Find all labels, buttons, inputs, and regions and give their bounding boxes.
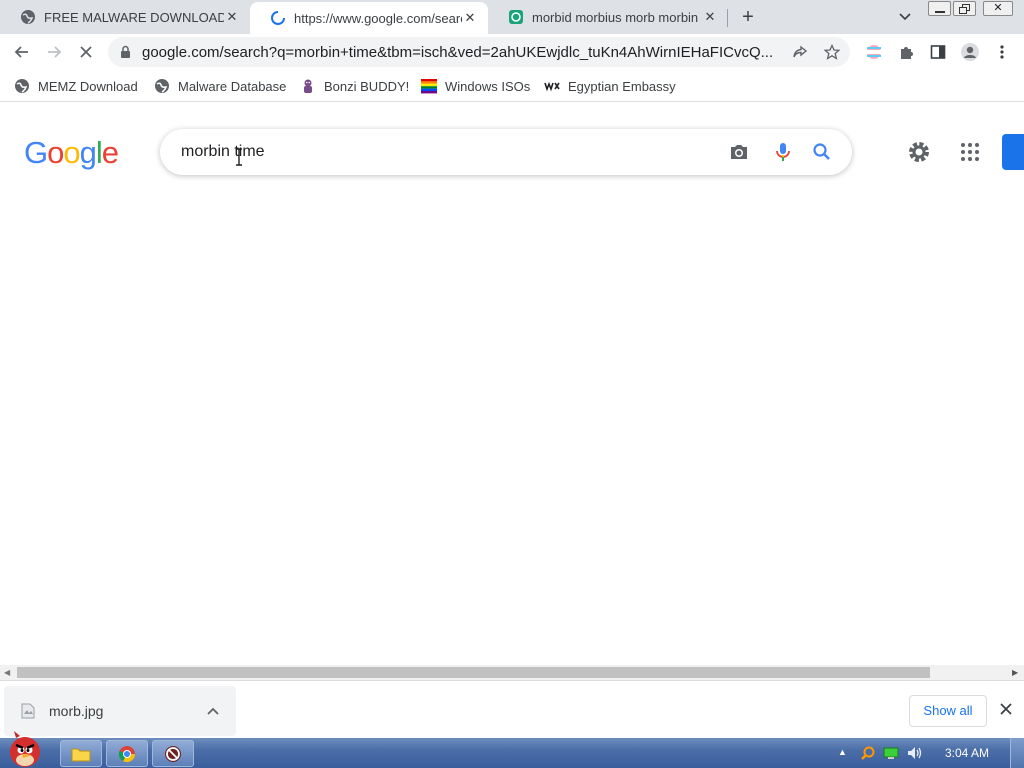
scroll-left-icon[interactable]: ◀ <box>4 668 10 677</box>
download-filename: morb.jpg <box>49 703 104 719</box>
show-all-button[interactable]: Show all <box>909 695 987 727</box>
arrow-right-icon <box>48 46 62 58</box>
tab-title: morbid morbius morb morbin <box>532 9 699 25</box>
page-content: Google morbin time <box>0 103 1024 665</box>
download-item[interactable]: morb.jpg <box>4 686 236 736</box>
angry-bird-icon <box>10 731 40 767</box>
file-icon <box>21 703 35 719</box>
bookmark-egyptian-embassy[interactable]: Egyptian Embassy <box>544 76 676 96</box>
globe-icon <box>15 79 29 93</box>
extension-flag-icon <box>867 45 881 59</box>
volume-icon[interactable] <box>906 745 924 761</box>
puzzle-icon <box>901 47 913 59</box>
close-icon[interactable] <box>998 701 1014 717</box>
close-icon <box>80 46 92 58</box>
tab-title: FREE MALWARE DOWNLOAD <box>44 9 224 25</box>
forward-button[interactable] <box>40 38 68 66</box>
extension-button[interactable] <box>860 38 888 66</box>
network-icon[interactable] <box>883 746 899 760</box>
browser-toolbar: google.com/search?q=morbin+time&tbm=isch… <box>0 34 1024 70</box>
bonzi-icon <box>304 79 312 93</box>
wix-icon <box>544 81 560 92</box>
close-tab-icon[interactable]: ✕ <box>224 9 240 25</box>
bookmark-bonzi-buddy[interactable]: Bonzi BUDDY! <box>300 76 409 96</box>
tab-strip: FREE MALWARE DOWNLOAD ✕ https://www.goog… <box>0 0 1024 34</box>
bookmark-label: MEMZ Download <box>38 78 138 94</box>
scrollbar-thumb[interactable] <box>17 667 930 678</box>
show-desktop-button[interactable] <box>1010 738 1024 768</box>
chevron-up-icon[interactable] <box>206 705 220 717</box>
tab-morbid-morbius[interactable]: morbid morbius morb morbin ✕ <box>488 0 728 34</box>
tab-free-malware[interactable]: FREE MALWARE DOWNLOAD ✕ <box>0 0 250 34</box>
bookmarks-bar: MEMZ Download Malware Database Bonzi BUD… <box>0 70 1024 102</box>
bookmark-label: Egyptian Embassy <box>568 78 676 94</box>
search-input[interactable]: morbin time <box>181 143 265 161</box>
system-tray: ▲ <box>830 738 1024 768</box>
bookmark-label: Malware Database <box>178 78 287 94</box>
avatar-icon <box>961 43 979 61</box>
tab-search-button[interactable] <box>896 9 914 25</box>
back-button[interactable] <box>8 38 36 66</box>
tab-title: https://www.google.com/search?q=morbin <box>294 10 462 26</box>
url-text: google.com/search?q=morbin+time&tbm=isch… <box>142 44 774 61</box>
share-icon[interactable] <box>792 44 808 60</box>
close-icon: ✕ <box>993 2 1003 14</box>
google-logo[interactable]: Google <box>24 135 119 171</box>
new-tab-button[interactable]: + <box>738 7 758 28</box>
globe-icon <box>21 10 35 24</box>
folder-icon <box>71 748 91 761</box>
search-icon[interactable] <box>810 140 834 164</box>
start-button[interactable] <box>2 730 48 768</box>
bookmark-windows-isos[interactable]: Windows ISOs <box>421 76 530 96</box>
close-tab-icon[interactable]: ✕ <box>702 9 718 25</box>
bookmark-malware-database[interactable]: Malware Database <box>154 76 286 96</box>
camera-icon[interactable] <box>727 140 751 164</box>
taskbar-explorer[interactable] <box>60 740 102 767</box>
horizontal-scrollbar[interactable]: ◀ ▶ <box>0 665 1024 680</box>
prohibited-icon <box>165 745 181 762</box>
chevron-down-icon <box>899 13 911 21</box>
minimize-button[interactable] <box>928 1 951 16</box>
lock-icon <box>121 45 130 58</box>
restore-button[interactable] <box>953 1 976 16</box>
scroll-right-icon[interactable]: ▶ <box>1012 668 1018 677</box>
arrow-left-icon <box>14 46 28 58</box>
text-cursor-icon <box>236 148 242 166</box>
site-favicon-icon <box>509 10 523 24</box>
minimize-icon <box>935 11 945 13</box>
search-box[interactable]: morbin time <box>160 129 852 175</box>
profile-button[interactable] <box>956 38 984 66</box>
menu-button[interactable] <box>988 38 1016 66</box>
sign-in-button[interactable] <box>1002 134 1024 170</box>
tab-google-search[interactable]: https://www.google.com/search?q=morbin ✕ <box>250 2 488 34</box>
loading-spinner-icon <box>271 11 285 25</box>
globe-icon <box>155 79 169 93</box>
address-bar[interactable]: google.com/search?q=morbin+time&tbm=isch… <box>108 37 850 67</box>
more-vert-icon <box>1000 45 1004 59</box>
microphone-icon[interactable] <box>771 140 795 164</box>
bookmark-label: Bonzi BUDDY! <box>324 78 410 94</box>
close-tab-icon[interactable]: ✕ <box>462 10 478 26</box>
close-window-button[interactable]: ✕ <box>983 1 1013 16</box>
bookmark-star-icon[interactable] <box>824 44 840 60</box>
tray-expand-icon[interactable]: ▲ <box>838 747 847 757</box>
stop-loading-button[interactable] <box>72 38 100 66</box>
side-panel-icon <box>930 45 946 59</box>
magnifier-icon[interactable] <box>860 745 876 761</box>
chrome-icon <box>118 745 136 762</box>
tab-separator <box>727 9 728 27</box>
gear-icon[interactable] <box>906 139 932 165</box>
taskbar-chrome[interactable] <box>106 740 148 767</box>
side-panel-button[interactable] <box>924 38 952 66</box>
taskbar: ▲ 3:04 AM <box>0 731 1024 768</box>
clock[interactable]: 3:04 AM <box>945 746 989 760</box>
extensions-button[interactable] <box>892 38 920 66</box>
bookmark-memz-download[interactable]: MEMZ Download <box>14 76 138 96</box>
bookmark-label: Windows ISOs <box>445 78 531 94</box>
download-shelf: morb.jpg Show all <box>0 680 1024 738</box>
apps-grid-icon[interactable] <box>958 140 982 164</box>
taskbar-app[interactable] <box>152 740 194 767</box>
rainbow-flag-icon <box>421 79 437 94</box>
